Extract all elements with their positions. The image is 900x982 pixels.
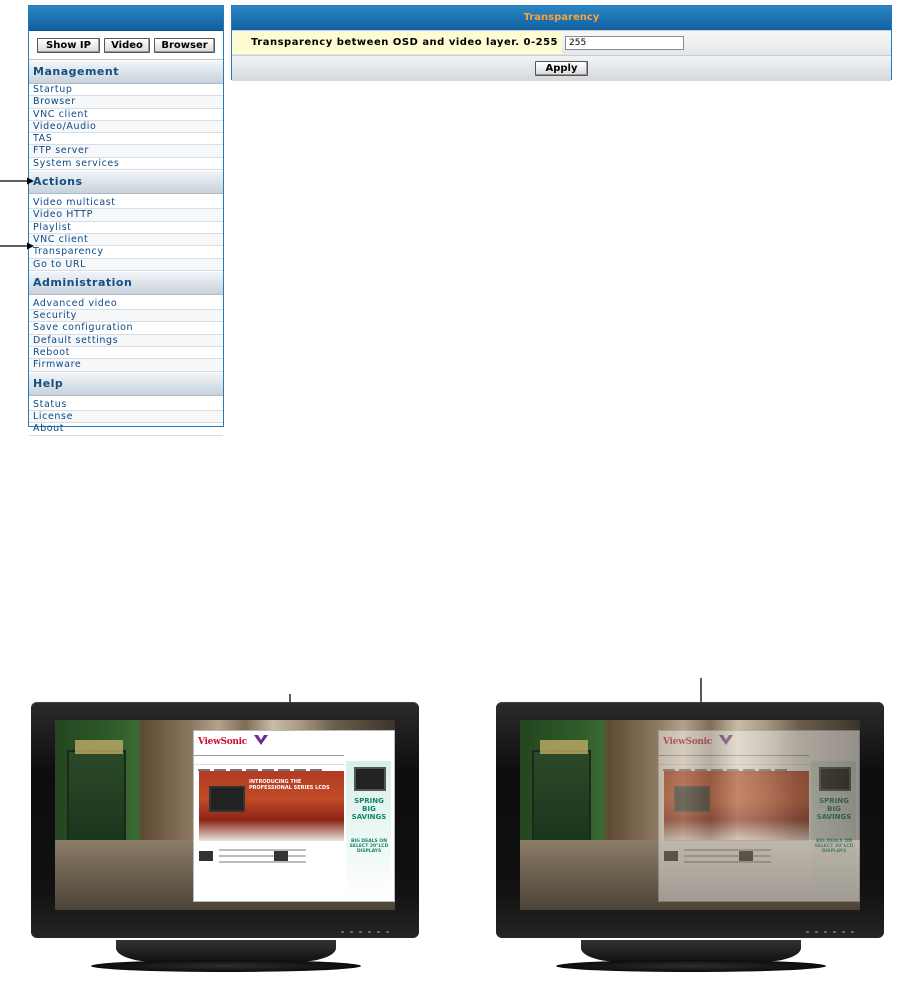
site-nav <box>659 755 809 771</box>
shop-sign <box>540 740 588 754</box>
sidebar-header <box>29 6 223 31</box>
menu-item-video-multicast[interactable]: Video multicast <box>29 197 223 210</box>
section-help: Help <box>29 371 223 396</box>
transparency-panel: Transparency Transparency between OSD an… <box>231 5 892 81</box>
actions-items: Video multicast Video HTTP Playlist VNC … <box>29 197 223 271</box>
monitor-opaque: ViewSonic INTRODUCING THE PROFESSIONAL S… <box>31 702 419 972</box>
callout-arrow-actions <box>0 177 34 185</box>
menu-item-default-settings[interactable]: Default settings <box>29 334 223 348</box>
monitor-base <box>556 960 826 972</box>
site-nav <box>194 755 344 771</box>
hero-banner: INTRODUCING THE PROFESSIONAL SERIES LCDS <box>199 771 344 841</box>
management-items: Startup Browser VNC client Video/Audio T… <box>29 84 223 171</box>
menu-item-transparency[interactable]: Transparency <box>29 246 223 259</box>
monitor-base <box>91 960 361 972</box>
panel-title: Transparency <box>232 6 891 30</box>
monitor-screen: ViewSonic INTRODUCING THE PROFESSIONAL S… <box>55 720 395 910</box>
monitor-leds <box>496 918 884 933</box>
bird-logo-icon <box>254 735 268 745</box>
section-actions: Actions <box>29 170 223 195</box>
menu-item-firmware[interactable]: Firmware <box>29 359 223 372</box>
menu-item-tas[interactable]: TAS <box>29 133 223 146</box>
monitor-stand <box>581 940 801 962</box>
spring-savings-text: SPRING BIG SAVINGS <box>351 797 387 821</box>
lcd-monitor-icon <box>819 767 851 791</box>
menu-item-playlist[interactable]: Playlist <box>29 222 223 234</box>
menu-item-security[interactable]: Security <box>29 310 223 323</box>
thumb-icon <box>739 851 753 861</box>
menu-item-video-http[interactable]: Video HTTP <box>29 209 223 222</box>
show-ip-button[interactable]: Show IP <box>37 37 100 53</box>
promo-sidebar: SPRING BIG SAVINGS BIG DEALS ON SELECT 2… <box>346 761 391 901</box>
menu-item-video-audio[interactable]: Video/Audio <box>29 120 223 134</box>
menu-item-reboot[interactable]: Reboot <box>29 347 223 360</box>
web-page-overlay-transparent: ViewSonic SPRING BIG SAVINGS BIG DEALS O… <box>658 730 860 902</box>
sidebar-menu: Show IP Video Browser Management Startup… <box>28 5 224 436</box>
viewsonic-logo: ViewSonic <box>198 737 247 747</box>
spring-savings-text: SPRING BIG SAVINGS <box>816 797 852 821</box>
section-administration: Administration <box>29 270 223 295</box>
thumb-icon <box>199 851 213 861</box>
lcd-monitor-icon <box>354 767 386 791</box>
viewsonic-logo: ViewSonic <box>663 737 712 747</box>
menu-item-system-services[interactable]: System services <box>29 158 223 171</box>
promo-sidebar: SPRING BIG SAVINGS BIG DEALS ON SELECT 2… <box>811 761 856 901</box>
thumb-icon <box>664 851 678 861</box>
video-button[interactable]: Video <box>104 37 150 53</box>
menu-item-advanced-video[interactable]: Advanced video <box>29 298 223 311</box>
panel-actions: Apply <box>232 56 891 81</box>
hero-banner <box>664 771 809 841</box>
menu-item-save-configuration[interactable]: Save configuration <box>29 322 223 335</box>
monitor-stand <box>116 940 336 962</box>
menu-item-ftp-server[interactable]: FTP server <box>29 145 223 158</box>
quick-buttons: Show IP Video Browser <box>29 31 223 60</box>
menu-item-status[interactable]: Status <box>29 399 223 411</box>
bird-logo-icon <box>719 735 733 745</box>
web-page-overlay: ViewSonic INTRODUCING THE PROFESSIONAL S… <box>193 730 395 902</box>
menu-item-browser[interactable]: Browser <box>29 96 223 109</box>
hero-text: INTRODUCING THE PROFESSIONAL SERIES LCDS <box>249 779 330 791</box>
big-deals-text: BIG DEALS ON SELECT 20"LCD DISPLAYS <box>349 839 389 854</box>
browser-button[interactable]: Browser <box>154 37 215 53</box>
content-rows <box>664 845 809 895</box>
thumb-icon <box>274 851 288 861</box>
menu-item-license[interactable]: License <box>29 410 223 424</box>
shop-sign <box>75 740 123 754</box>
transparency-input[interactable] <box>565 36 684 50</box>
section-management: Management <box>29 60 223 84</box>
transparency-row: Transparency between OSD and video layer… <box>232 30 891 56</box>
transparency-label: Transparency between OSD and video layer… <box>232 32 562 54</box>
menu-item-vnc-client[interactable]: VNC client <box>29 109 223 121</box>
monitor-leds <box>31 918 419 933</box>
monitor-transparent: ViewSonic SPRING BIG SAVINGS BIG DEALS O… <box>496 702 884 972</box>
apply-button[interactable]: Apply <box>535 61 588 76</box>
content-rows <box>199 845 344 895</box>
big-deals-text: BIG DEALS ON SELECT 20"LCD DISPLAYS <box>814 839 854 854</box>
administration-items: Advanced video Security Save configurati… <box>29 298 223 372</box>
callout-arrow-transparency <box>0 242 34 250</box>
menu-item-about[interactable]: About <box>29 423 223 436</box>
lcd-monitor-icon <box>209 786 245 812</box>
monitor-screen: ViewSonic SPRING BIG SAVINGS BIG DEALS O… <box>520 720 860 910</box>
menu-item-startup[interactable]: Startup <box>29 84 223 97</box>
lcd-monitor-icon <box>674 786 710 812</box>
help-items: Status License About <box>29 399 223 436</box>
menu-item-vnc-client-action[interactable]: VNC client <box>29 233 223 247</box>
menu-item-go-to-url[interactable]: Go to URL <box>29 258 223 271</box>
